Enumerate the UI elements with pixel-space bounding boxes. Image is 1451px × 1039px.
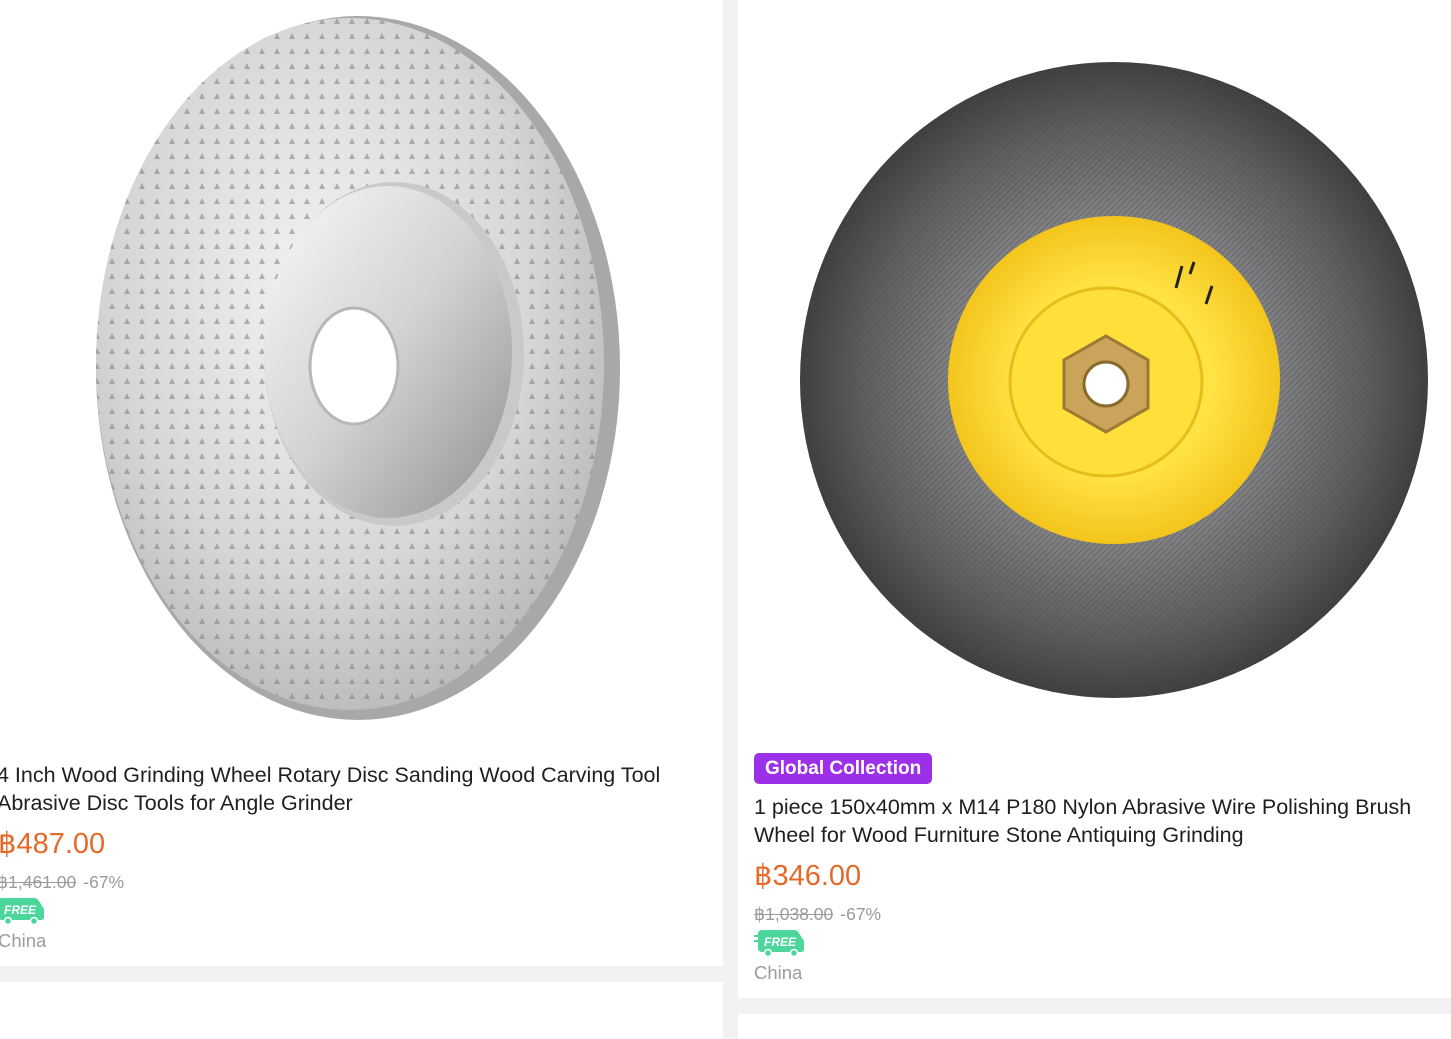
free-shipping-badge: FREE — [0, 895, 46, 925]
free-badge-text: FREE — [764, 935, 797, 949]
product-price: ฿487.00 — [0, 828, 106, 860]
global-collection-tag: Global Collection — [754, 753, 933, 784]
free-badge-text: FREE — [4, 903, 37, 917]
product-card[interactable] — [738, 1014, 1451, 1039]
product-title[interactable]: 4 Inch Wood Grinding Wheel Rotary Disc S… — [0, 761, 697, 817]
product-card[interactable]: Global Collection 1 piece 150x40mm x M14… — [738, 0, 1451, 998]
discount-label: -67% — [840, 904, 882, 924]
carving-disc-image[interactable] — [0, 0, 723, 745]
product-card[interactable]: 4 Inch Wood Grinding Wheel Rotary Disc S… — [0, 0, 723, 966]
original-price: ฿1,038.00 — [754, 904, 834, 924]
discount-label: -67% — [83, 872, 125, 892]
product-price: ฿346.00 — [754, 860, 862, 892]
brush-wheel-image[interactable] — [738, 0, 1451, 745]
shipping-origin: China — [0, 930, 47, 951]
free-shipping-badge: FREE — [754, 927, 806, 957]
product-card[interactable] — [0, 982, 723, 1039]
product-title[interactable]: 1 piece 150x40mm x M14 P180 Nylon Abrasi… — [754, 793, 1451, 849]
original-price: ฿1,461.00 — [0, 872, 77, 892]
price-details: ฿1,038.00 -67% — [754, 903, 881, 925]
shipping-origin: China — [754, 962, 803, 983]
price-details: ฿1,461.00 -67% — [0, 871, 124, 893]
